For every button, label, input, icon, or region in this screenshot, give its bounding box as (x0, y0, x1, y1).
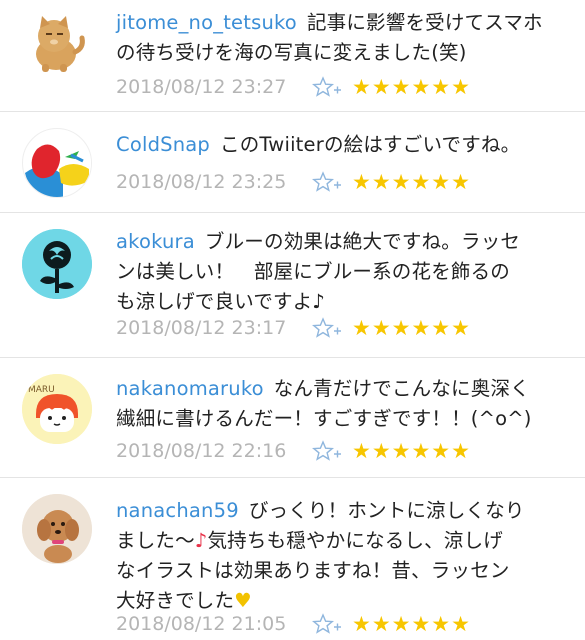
comment-line: ンは美しい！ 部屋にブルー系の花を飾るの (116, 260, 511, 283)
comment-line: なイラストは効果ありますね！昔、ラッセン (116, 559, 510, 582)
comment-item: MARU nakanomaruko なん青だけでこんなに奥深く 繊細に書けるんだー… (0, 358, 585, 478)
username-link[interactable]: nakanomaruko (116, 377, 264, 400)
comment-line: nakanomaruko なん青だけでこんなに奥深く (116, 377, 530, 400)
comment-item: nanachan59 びっくり！ホントに涼しくなり ました～♪気持ちも穏やかになる… (0, 478, 585, 640)
favorite-star-plus-icon[interactable] (311, 317, 342, 341)
rating-stars: ★★★★★★ (352, 75, 471, 99)
timestamp: 2018/08/12 23:17 (116, 317, 287, 339)
favorite-star-plus-icon[interactable] (311, 171, 342, 195)
coldsnap-avatar-icon[interactable] (22, 128, 92, 198)
timestamp: 2018/08/12 23:27 (116, 76, 287, 98)
favorite-star-plus-icon[interactable] (311, 440, 342, 464)
timestamp: 2018/08/12 21:05 (116, 613, 287, 635)
comment-item: jitome_no_tetsuko 記事に影響を受けてスマホ の待ち受けを海の写真… (0, 0, 585, 112)
comment-line: nanachan59 びっくり！ホントに涼しくなり (116, 499, 525, 522)
maru-avatar-icon[interactable]: MARU (22, 374, 92, 444)
comment-line: jitome_no_tetsuko 記事に影響を受けてスマホ (116, 11, 543, 34)
music-note-emoji: ♪ (194, 529, 208, 552)
cat-avatar-icon[interactable] (22, 8, 92, 78)
username-link[interactable]: jitome_no_tetsuko (116, 11, 297, 34)
favorite-star-plus-icon[interactable] (311, 76, 342, 100)
dog-avatar-icon[interactable] (22, 494, 92, 564)
favorite-star-plus-icon[interactable] (311, 613, 342, 637)
rating-stars: ★★★★★★ (352, 170, 471, 194)
timestamp: 2018/08/12 23:25 (116, 171, 287, 193)
username-link[interactable]: akokura (116, 230, 195, 253)
avatar-badge-text: MARU (28, 385, 55, 395)
comment-feed: jitome_no_tetsuko 記事に影響を受けてスマホ の待ち受けを海の写真… (0, 0, 585, 640)
username-link[interactable]: ColdSnap (116, 133, 210, 156)
comment-item: akokura ブルーの効果は絶大ですね。ラッセ ンは美しい！ 部屋にブルー系の花… (0, 213, 585, 358)
username-link[interactable]: nanachan59 (116, 499, 239, 522)
timestamp: 2018/08/12 22:16 (116, 440, 287, 462)
rose-avatar-icon[interactable] (22, 229, 92, 299)
rating-stars: ★★★★★★ (352, 439, 471, 463)
comment-item: ColdSnap このTwiiterの絵はすごいですね。 2018/08/12 2… (0, 112, 585, 213)
comment-line: ました～♪気持ちも穏やかになるし、涼しげ (116, 529, 503, 552)
comment-line: 繊細に書けるんだー！すごすぎです！！(^o^) (116, 407, 532, 430)
comment-line: ColdSnap このTwiiterの絵はすごいですね。 (116, 133, 521, 156)
comment-line: の待ち受けを海の写真に変えました(笑) (116, 41, 467, 64)
comment-line: akokura ブルーの効果は絶大ですね。ラッセ (116, 230, 521, 253)
rating-stars: ★★★★★★ (352, 612, 471, 636)
rating-stars: ★★★★★★ (352, 316, 471, 340)
